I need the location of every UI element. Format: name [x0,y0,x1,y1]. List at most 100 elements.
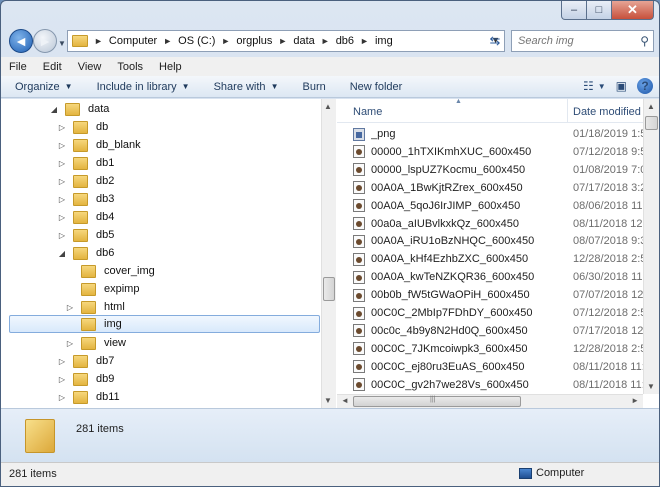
chevron-down-icon[interactable]: ▼ [598,82,606,91]
expand-triangle-icon[interactable]: ◢ [49,105,59,114]
collapse-triangle-icon[interactable]: ▷ [57,177,67,186]
collapse-triangle-icon[interactable]: ▷ [57,357,67,366]
file-row[interactable]: 00C0C_2MbIp7FDhDY_600x450 07/12/2018 2:5 [353,304,643,322]
nav-item-db-blank[interactable]: ▷ db_blank [57,136,141,154]
search-icon[interactable]: ⚲ [640,34,649,48]
collapse-triangle-icon[interactable]: ▷ [57,231,67,240]
column-divider[interactable] [567,99,568,123]
nav-item-cover-img[interactable]: cover_img [65,262,155,280]
column-name-header[interactable]: Name [353,106,382,118]
image-file-icon [353,145,365,159]
scroll-left-icon[interactable]: ◄ [341,396,349,405]
collapse-triangle-icon[interactable]: ▷ [57,195,67,204]
collapse-triangle-icon[interactable]: ▷ [57,213,67,222]
chevron-right-icon[interactable]: ► [321,36,330,46]
scroll-thumb[interactable] [353,396,521,407]
file-row[interactable]: 00C0C_ej80ru3EuAS_600x450 08/11/2018 11: [353,358,643,376]
collapse-triangle-icon[interactable]: ▷ [65,339,75,348]
collapse-triangle-icon[interactable]: ▷ [57,123,67,132]
chevron-right-icon[interactable]: ► [278,36,287,46]
include-in-library-button[interactable]: Include in library ▼ [97,81,190,93]
organize-button[interactable]: Organize ▼ [15,81,73,93]
file-row[interactable]: 00A0A_1BwKjtRZrex_600x450 07/17/2018 3:22 [353,179,643,197]
minimize-button[interactable]: – [561,1,587,20]
file-row[interactable]: 00c0c_4b9y8N2Hd0Q_600x450 07/17/2018 12: [353,322,643,340]
scroll-down-icon[interactable]: ▼ [647,382,655,391]
file-row[interactable]: 00a0a_aIUBvlkxkQz_600x450 08/11/2018 12: [353,215,643,233]
nav-item-img[interactable]: img [9,315,320,333]
refresh-button[interactable]: ⇆ [484,30,506,52]
new-folder-button[interactable]: New folder [350,81,403,93]
file-row[interactable]: 00A0A_kHf4EzhbZXC_600x450 12/28/2018 2:5 [353,250,643,268]
nav-item-db9[interactable]: ▷ db9 [57,370,114,388]
collapse-triangle-icon[interactable]: ▷ [57,375,67,384]
scroll-up-icon[interactable]: ▲ [647,102,655,111]
chevron-right-icon[interactable]: ► [360,36,369,46]
menu-edit[interactable]: Edit [43,61,62,73]
chevron-right-icon[interactable]: ► [221,36,230,46]
collapse-triangle-icon[interactable]: ▷ [57,141,67,150]
collapse-triangle-icon[interactable]: ▷ [57,393,67,402]
file-vertical-scrollbar[interactable]: ▲ ▼ [643,99,659,394]
nav-item-db2[interactable]: ▷ db2 [57,172,114,190]
file-row[interactable]: 00A0A_iRU1oBzNHQC_600x450 08/07/2018 9:3 [353,232,643,250]
file-row[interactable]: 00C0C_gv2h7we28Vs_600x450 08/11/2018 11: [353,376,643,394]
menu-file[interactable]: File [9,61,27,73]
collapse-triangle-icon[interactable]: ▷ [65,303,75,312]
forward-button[interactable]: ► [33,29,57,53]
nav-item-db1[interactable]: ▷ db1 [57,154,114,172]
nav-item-view[interactable]: ▷ view [65,334,126,352]
nav-item-db[interactable]: ▷ db [57,118,108,136]
search-input[interactable] [518,35,630,47]
view-options-icon[interactable]: ☷ [583,79,594,93]
nav-item-db11[interactable]: ▷ db11 [57,388,120,406]
breadcrumb-item[interactable]: orgplus [236,35,272,47]
breadcrumb-item[interactable]: db6 [336,35,354,47]
expand-triangle-icon[interactable]: ◢ [57,249,67,258]
chevron-right-icon[interactable]: ► [163,36,172,46]
scroll-thumb[interactable] [323,277,335,301]
file-row[interactable]: 00C0C_7JKmcoiwpk3_600x450 12/28/2018 2:5 [353,340,643,358]
breadcrumb-item[interactable]: img [375,35,393,47]
file-row[interactable]: 00b0b_fW5tGWaOPiH_600x450 07/07/2018 12: [353,286,643,304]
scroll-down-icon[interactable]: ▼ [324,396,332,405]
breadcrumb-item[interactable]: Computer [109,35,157,47]
search-box[interactable]: ⚲ [511,30,654,52]
nav-item-data[interactable]: ◢ data [49,100,109,118]
file-row[interactable]: 00000_lspUZ7Kocmu_600x450 01/08/2019 7:06 [353,161,643,179]
file-row[interactable]: 00A0A_kwTeNZKQR36_600x450 06/30/2018 11: [353,268,643,286]
preview-pane-icon[interactable]: ▣ [616,79,627,93]
back-button[interactable]: ◄ [9,29,33,53]
menu-help[interactable]: Help [159,61,182,73]
burn-button[interactable]: Burn [302,81,325,93]
share-with-button[interactable]: Share with ▼ [214,81,279,93]
address-bar[interactable]: ► Computer ► OS (C:) ► orgplus ► data ► … [67,30,505,52]
help-icon[interactable]: ? [637,78,653,94]
recent-pages-dropdown[interactable]: ▼ [58,39,66,48]
maximize-button[interactable]: □ [587,1,612,20]
menu-view[interactable]: View [78,61,102,73]
nav-item-html[interactable]: ▷ html [65,298,125,316]
file-row[interactable]: _png 01/18/2019 1:56 [353,125,643,143]
breadcrumb-item[interactable]: OS (C:) [178,35,215,47]
nav-item-expimp[interactable]: expimp [65,280,139,298]
file-row[interactable]: 00A0A_5qoJ6IrJIMP_600x450 08/06/2018 11: [353,197,643,215]
nav-item-db3[interactable]: ▷ db3 [57,190,114,208]
nav-item-db4[interactable]: ▷ db4 [57,208,114,226]
menu-tools[interactable]: Tools [117,61,143,73]
chevron-right-icon[interactable]: ► [94,36,103,46]
scroll-up-icon[interactable]: ▲ [324,102,332,111]
column-date-header[interactable]: Date modified [573,106,641,118]
file-horizontal-scrollbar[interactable]: ◄ ||| ► [337,394,643,408]
folder-icon [73,156,88,170]
scroll-thumb[interactable] [645,116,658,130]
nav-item-db5[interactable]: ▷ db5 [57,226,114,244]
nav-item-db6[interactable]: ◢ db6 [57,244,114,262]
collapse-triangle-icon[interactable]: ▷ [57,159,67,168]
breadcrumb-item[interactable]: data [293,35,314,47]
scroll-right-icon[interactable]: ► [631,396,639,405]
close-button[interactable]: ✕ [612,1,654,20]
nav-item-db7[interactable]: ▷ db7 [57,352,114,370]
file-row[interactable]: 00000_1hTXIKmhXUC_600x450 07/12/2018 9:58 [353,143,643,161]
nav-scrollbar[interactable]: ▲ ▼ [321,99,336,408]
